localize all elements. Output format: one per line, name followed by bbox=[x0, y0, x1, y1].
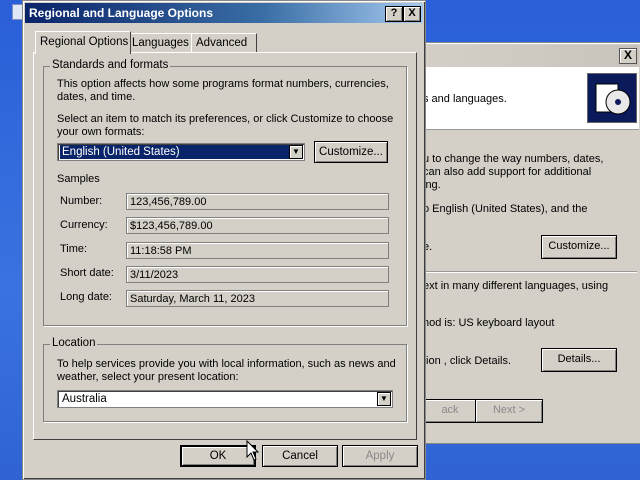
bg-text-1: u to change the way numbers, dates, bbox=[423, 153, 604, 165]
mouse-cursor-icon bbox=[246, 440, 260, 461]
standards-select-1: Select an item to match its preferences,… bbox=[57, 113, 394, 125]
sample-value-long-date: Saturday, March 11, 2023 bbox=[126, 290, 389, 307]
cd-icon bbox=[587, 73, 637, 123]
tab-advanced[interactable]: Advanced bbox=[191, 33, 257, 52]
help-button[interactable]: ? bbox=[385, 6, 403, 22]
bg-text-4: o English (United States), and the bbox=[423, 203, 588, 215]
sample-value-time: 11:18:58 PM bbox=[126, 242, 389, 259]
location-legend: Location bbox=[50, 337, 98, 349]
standards-desc-2: dates, and time. bbox=[57, 91, 136, 103]
background-window: X s and languages. u to change the way n… bbox=[418, 42, 640, 444]
sample-value-currency: $123,456,789.00 bbox=[126, 217, 389, 234]
format-dropdown[interactable]: English (United States) ▼ bbox=[57, 143, 305, 161]
standards-select-2: your own formats: bbox=[57, 126, 145, 138]
samples-label: Samples bbox=[57, 173, 100, 185]
location-desc-2: weather, select your present location: bbox=[57, 371, 239, 383]
background-close-button[interactable]: X bbox=[619, 48, 637, 64]
sample-label-time: Time: bbox=[60, 243, 88, 255]
sample-value-short-date: 3/11/2023 bbox=[126, 266, 389, 283]
sample-label-short-date: Short date: bbox=[60, 267, 114, 279]
location-dropdown-value: Australia bbox=[62, 393, 107, 405]
location-desc-1: To help services provide you with local … bbox=[57, 358, 396, 370]
bg-back-button[interactable]: ack bbox=[423, 399, 477, 423]
sample-label-number: Number: bbox=[60, 195, 103, 207]
standards-legend: Standards and formats bbox=[50, 59, 171, 71]
location-dropdown[interactable]: Australia ▼ bbox=[57, 390, 393, 408]
cancel-button[interactable]: Cancel bbox=[262, 445, 338, 467]
tab-panel: Standards and formats This option affect… bbox=[33, 52, 417, 440]
chevron-down-icon[interactable]: ▼ bbox=[377, 392, 391, 406]
bg-text-7: hod is: US keyboard layout bbox=[423, 317, 555, 329]
apply-button[interactable]: Apply bbox=[342, 445, 418, 467]
customize-button[interactable]: Customize... bbox=[314, 141, 388, 163]
background-titlebar bbox=[419, 45, 639, 67]
standards-desc-1: This option affects how some programs fo… bbox=[57, 78, 389, 90]
bg-text-6: ext in many different languages, using bbox=[423, 280, 609, 292]
ok-button[interactable]: OK bbox=[180, 445, 256, 467]
bg-next-button[interactable]: Next > bbox=[475, 399, 543, 423]
location-group: Location To help services provide you wi… bbox=[43, 337, 407, 422]
dialog-title: Regional and Language Options bbox=[29, 6, 214, 20]
bg-separator bbox=[419, 271, 637, 273]
format-dropdown-value: English (United States) bbox=[60, 145, 290, 159]
chevron-down-icon[interactable]: ▼ bbox=[289, 145, 303, 159]
sample-value-number: 123,456,789.00 bbox=[126, 193, 389, 210]
bg-details-button[interactable]: Details... bbox=[541, 348, 617, 372]
tab-regional-options[interactable]: Regional Options bbox=[35, 31, 131, 54]
close-button[interactable]: X bbox=[403, 6, 421, 22]
dialog-titlebar: Regional and Language Options ? X bbox=[25, 3, 423, 23]
bg-text-8: tion , click Details. bbox=[423, 355, 512, 367]
regional-options-dialog: Regional and Language Options ? X Region… bbox=[22, 0, 426, 480]
bg-text-2: can also add support for additional bbox=[423, 166, 592, 178]
standards-group: Standards and formats This option affect… bbox=[43, 59, 407, 326]
sample-label-long-date: Long date: bbox=[60, 291, 112, 303]
banner-text: s and languages. bbox=[423, 93, 507, 105]
bg-customize-button[interactable]: Customize... bbox=[541, 235, 617, 259]
tab-languages[interactable]: Languages bbox=[127, 33, 195, 52]
sample-label-currency: Currency: bbox=[60, 219, 108, 231]
